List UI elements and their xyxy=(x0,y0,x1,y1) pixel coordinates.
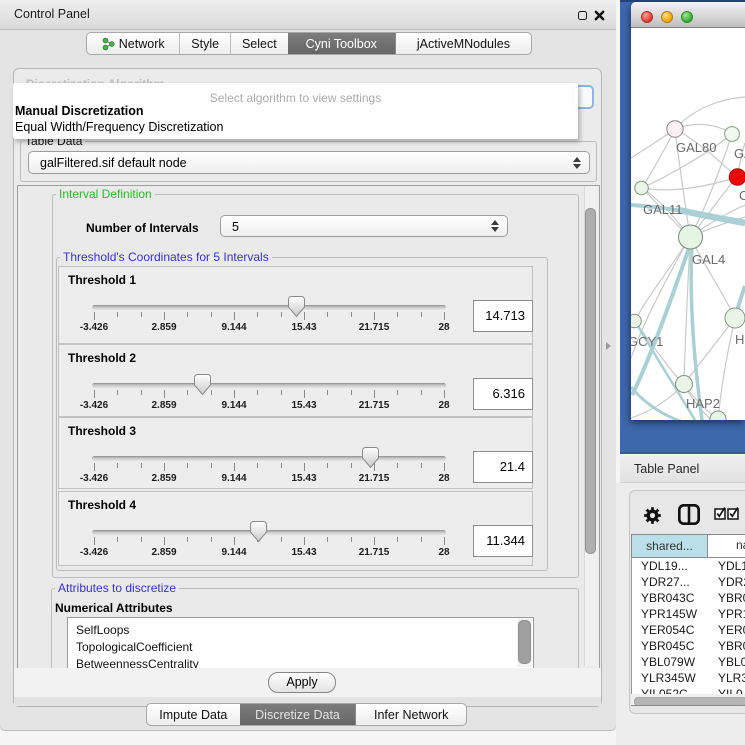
svg-text:GAL11: GAL11 xyxy=(643,202,683,217)
svg-text:C: C xyxy=(739,188,745,203)
svg-text:GCY1: GCY1 xyxy=(631,334,663,349)
svg-text:GA: GA xyxy=(734,146,745,161)
svg-text:H: H xyxy=(735,332,744,347)
svg-text:GAL80: GAL80 xyxy=(676,140,716,155)
svg-text:HAP2: HAP2 xyxy=(686,396,720,411)
svg-text:GAL4: GAL4 xyxy=(692,252,725,267)
